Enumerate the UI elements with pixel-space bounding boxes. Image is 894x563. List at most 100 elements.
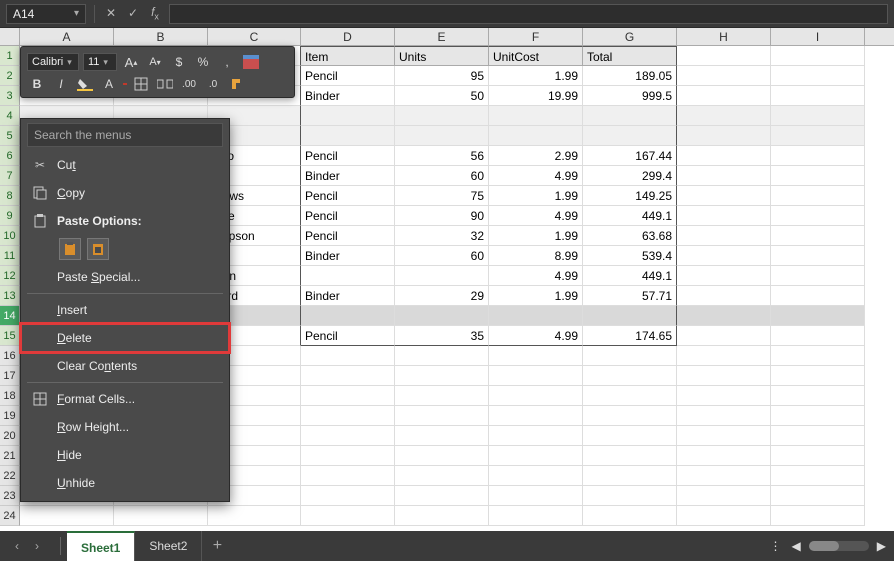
cell[interactable] xyxy=(395,126,489,146)
row-header[interactable]: 6 xyxy=(0,146,20,166)
cell[interactable] xyxy=(677,486,771,506)
cell[interactable] xyxy=(771,506,865,526)
col-header-G[interactable]: G xyxy=(583,28,677,45)
cell[interactable] xyxy=(395,466,489,486)
cell[interactable] xyxy=(301,266,395,286)
row-header[interactable]: 10 xyxy=(0,226,20,246)
cell[interactable] xyxy=(583,126,677,146)
cell[interactable] xyxy=(301,106,395,126)
row-header[interactable]: 21 xyxy=(0,446,20,466)
cell[interactable] xyxy=(771,226,865,246)
cell[interactable]: 167.44 xyxy=(583,146,677,166)
row-header[interactable]: 13 xyxy=(0,286,20,306)
row-header[interactable]: 15 xyxy=(0,326,20,346)
cell[interactable] xyxy=(489,466,583,486)
cell[interactable]: 35 xyxy=(395,326,489,346)
row-header[interactable]: 23 xyxy=(0,486,20,506)
cell[interactable]: Total xyxy=(583,46,677,66)
context-menu-search[interactable]: Search the menus xyxy=(27,123,223,147)
row-header[interactable]: 19 xyxy=(0,406,20,426)
ctx-unhide[interactable]: Unhide xyxy=(21,469,229,497)
cell[interactable]: 90 xyxy=(395,206,489,226)
cell[interactable] xyxy=(771,66,865,86)
cell[interactable] xyxy=(677,146,771,166)
cell[interactable]: 149.25 xyxy=(583,186,677,206)
cell[interactable] xyxy=(771,166,865,186)
font-select[interactable]: Calibri▾ xyxy=(27,53,79,71)
currency-icon[interactable]: $ xyxy=(169,52,189,72)
col-header-B[interactable]: B xyxy=(114,28,208,45)
format-painter-icon[interactable] xyxy=(227,74,247,94)
cell[interactable] xyxy=(677,326,771,346)
row-header[interactable]: 5 xyxy=(0,126,20,146)
cell[interactable]: 29 xyxy=(395,286,489,306)
sheet-tab-other[interactable]: Sheet2 xyxy=(135,531,202,561)
cell[interactable]: 57.71 xyxy=(583,286,677,306)
row-header[interactable]: 3 xyxy=(0,86,20,106)
cell[interactable]: 449.1 xyxy=(583,206,677,226)
cell[interactable]: 63.68 xyxy=(583,226,677,246)
cancel-icon[interactable]: ✕ xyxy=(103,6,119,20)
cell[interactable] xyxy=(583,446,677,466)
row-header[interactable]: 2 xyxy=(0,66,20,86)
cell[interactable]: 60 xyxy=(395,166,489,186)
paste-icon[interactable] xyxy=(59,238,81,260)
cell[interactable]: Pencil xyxy=(301,66,395,86)
cell[interactable] xyxy=(677,206,771,226)
ctx-hide[interactable]: Hide xyxy=(21,441,229,469)
cell[interactable] xyxy=(583,346,677,366)
ctx-clear-contents[interactable]: Clear Contents xyxy=(21,352,229,380)
cell[interactable]: Pencil xyxy=(301,326,395,346)
fx-icon[interactable]: fx xyxy=(147,5,163,21)
cell[interactable]: Binder xyxy=(301,246,395,266)
sheet-tab-active[interactable]: Sheet1 xyxy=(67,531,135,561)
cell[interactable]: 75 xyxy=(395,186,489,206)
cell[interactable] xyxy=(677,286,771,306)
cell[interactable] xyxy=(677,506,771,526)
cell[interactable] xyxy=(771,286,865,306)
cell[interactable] xyxy=(771,206,865,226)
cell[interactable] xyxy=(771,326,865,346)
cell[interactable] xyxy=(771,106,865,126)
cell[interactable] xyxy=(208,506,301,526)
cell[interactable] xyxy=(301,426,395,446)
row-header[interactable]: 17 xyxy=(0,366,20,386)
ctx-delete[interactable]: Delete xyxy=(21,324,229,352)
decrease-decimal-icon[interactable]: .0 xyxy=(203,74,223,94)
cell[interactable] xyxy=(395,406,489,426)
row-header[interactable]: 18 xyxy=(0,386,20,406)
cell[interactable]: Binder xyxy=(301,86,395,106)
cell[interactable] xyxy=(583,466,677,486)
col-header-E[interactable]: E xyxy=(395,28,489,45)
cell[interactable]: 4.99 xyxy=(489,266,583,286)
cell[interactable] xyxy=(771,126,865,146)
cell[interactable] xyxy=(583,406,677,426)
cell[interactable] xyxy=(489,426,583,446)
cell[interactable] xyxy=(395,366,489,386)
cell[interactable] xyxy=(677,386,771,406)
row-header[interactable]: 12 xyxy=(0,266,20,286)
bold-icon[interactable]: B xyxy=(27,74,47,94)
add-sheet-icon[interactable]: + xyxy=(202,537,232,555)
ctx-format-cells[interactable]: Format Cells... xyxy=(21,385,229,413)
cell[interactable] xyxy=(301,486,395,506)
cell[interactable] xyxy=(583,306,677,326)
cell[interactable] xyxy=(771,446,865,466)
cell[interactable] xyxy=(395,306,489,326)
cell[interactable] xyxy=(677,46,771,66)
cell[interactable] xyxy=(771,366,865,386)
row-header[interactable]: 20 xyxy=(0,426,20,446)
cell[interactable]: Pencil xyxy=(301,186,395,206)
select-all-corner[interactable] xyxy=(0,28,20,45)
cell[interactable] xyxy=(677,406,771,426)
cell[interactable] xyxy=(771,186,865,206)
merge-icon[interactable] xyxy=(155,74,175,94)
cell[interactable]: 50 xyxy=(395,86,489,106)
row-header[interactable]: 11 xyxy=(0,246,20,266)
row-header[interactable]: 1 xyxy=(0,46,20,66)
cell[interactable] xyxy=(583,506,677,526)
cell[interactable] xyxy=(771,346,865,366)
cell[interactable] xyxy=(489,346,583,366)
cell[interactable]: 8.99 xyxy=(489,246,583,266)
increase-font-icon[interactable]: A▴ xyxy=(121,52,141,72)
